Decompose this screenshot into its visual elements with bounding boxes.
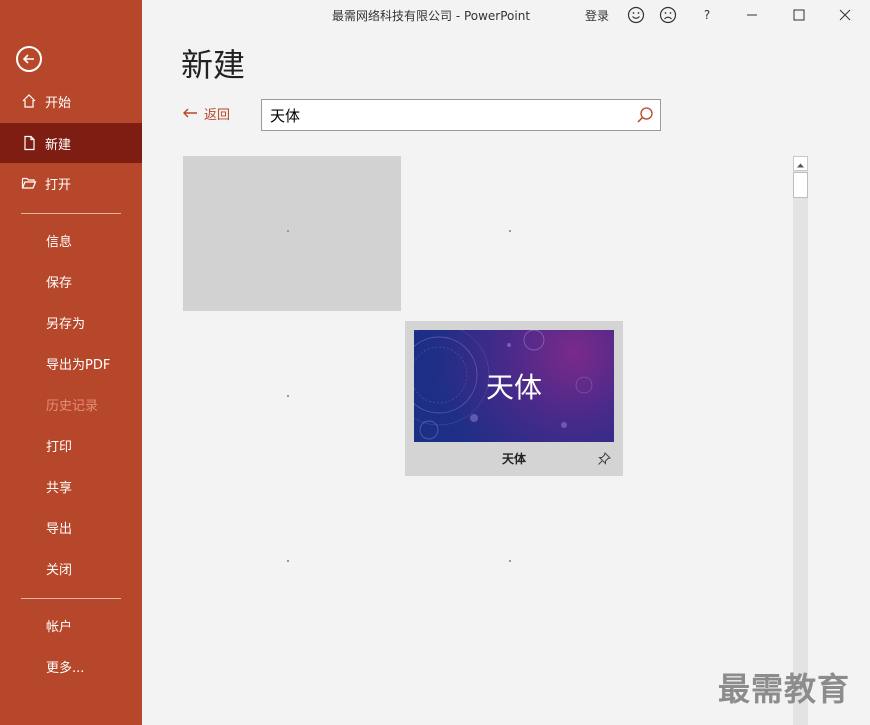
sidebar-item-export-pdf[interactable]: 导出为PDF [0,343,142,383]
sidebar-item-share[interactable]: 共享 [0,466,142,506]
search-input[interactable] [268,104,632,126]
title-bar: 最需网络科技有限公司 - PowerPoint 登录 ? [142,0,870,30]
sidebar-item-label: 帐户 [46,619,73,635]
help-button[interactable]: ? [697,5,717,25]
sidebar-item-label: 信息 [46,234,73,250]
left-arrow-icon [182,104,198,123]
back-arrow-button[interactable] [16,46,42,72]
loading-dot [509,560,511,562]
back-arrow-icon [22,54,34,64]
sidebar-item-export[interactable]: 导出 [0,507,142,547]
sidebar-item-label: 导出为PDF [46,357,111,373]
home-icon [21,93,37,109]
sidebar-item-account[interactable]: 帐户 [0,605,142,645]
sidebar-item-history: 历史记录 [0,384,142,424]
sidebar-item-label: 历史记录 [46,398,99,414]
template-search-box[interactable] [261,99,661,131]
pin-icon[interactable] [597,451,611,470]
sidebar-item-label: 共享 [46,480,73,496]
sidebar-item-label: 另存为 [46,316,86,332]
sidebar-item-new[interactable]: 新建 [0,123,142,163]
sidebar-item-label: 导出 [46,521,73,537]
sidebar-divider [21,598,121,599]
sidebar-item-info[interactable]: 信息 [0,220,142,260]
back-link[interactable]: 返回 [182,104,230,123]
sidebar-item-label: 保存 [46,275,73,291]
sidebar-divider [21,213,121,214]
sidebar-item-home[interactable]: 开始 [0,81,142,121]
sidebar-item-close[interactable]: 关闭 [0,548,142,588]
template-tile[interactable]: 天体 天体 [405,321,623,476]
close-icon[interactable] [835,5,855,25]
sidebar-item-label: 打开 [45,177,72,193]
template-placeholder [183,156,401,311]
sidebar-item-open[interactable]: 打开 [0,163,142,203]
scroll-thumb[interactable] [793,172,808,198]
sidebar-item-save-as[interactable]: 另存为 [0,302,142,342]
loading-dot [287,560,289,562]
sidebar-item-save[interactable]: 保存 [0,261,142,301]
sidebar-item-label: 新建 [45,137,72,153]
sidebar-item-label: 更多... [46,660,85,676]
caret-up-icon [797,163,804,168]
template-thumbnail: 天体 [414,330,614,442]
maximize-icon[interactable] [789,5,809,25]
sidebar-item-print[interactable]: 打印 [0,425,142,465]
login-link[interactable]: 登录 [585,5,609,25]
folder-open-icon [21,175,37,191]
frown-feedback-icon[interactable] [658,5,678,25]
loading-dot [509,230,511,232]
backstage-sidebar: 开始 新建 打开 信息 保存 另存为 导出为PDF 历史记录 打印 共享 导出 … [0,0,142,725]
sidebar-item-label: 关闭 [46,562,73,578]
page-title: 新建 [181,46,246,84]
template-name: 天体 [501,452,526,466]
minimize-icon[interactable] [742,5,762,25]
scroll-up-button[interactable] [793,156,808,171]
search-icon[interactable] [636,106,654,128]
new-file-icon [21,135,37,151]
back-link-label: 返回 [204,108,231,123]
watermark: 最需教育 [718,670,851,708]
vertical-scrollbar[interactable] [793,156,808,725]
loading-dot [287,230,289,232]
sidebar-item-label: 打印 [46,439,73,455]
template-thumbnail-title: 天体 [485,371,542,404]
smile-feedback-icon[interactable] [626,5,646,25]
sidebar-item-label: 开始 [45,95,72,111]
window-title: 最需网络科技有限公司 - PowerPoint [332,9,531,23]
sidebar-item-more[interactable]: 更多... [0,646,142,686]
loading-dot [287,395,289,397]
